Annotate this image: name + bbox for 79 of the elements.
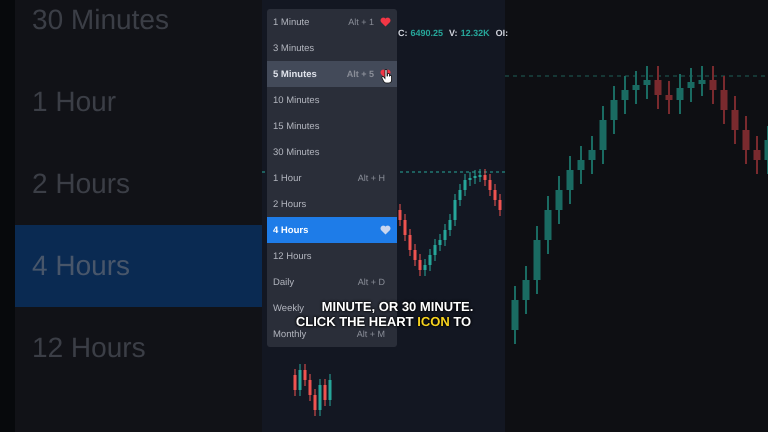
interval-menu-item[interactable]: 12 Hours: [273, 250, 312, 262]
candlestick: [318, 378, 322, 416]
caption-text: CLICK THE HEART ICON TO: [296, 315, 472, 329]
candlestick: [498, 194, 502, 216]
candlestick: [720, 76, 728, 124]
ohlc-label: OI:: [496, 28, 508, 38]
candlestick: [688, 68, 694, 102]
candlestick: [534, 226, 540, 294]
candlestick: [494, 184, 496, 206]
interval-menu-item[interactable]: 5 Minutes Alt + 5: [267, 61, 397, 87]
candlestick: [754, 136, 760, 174]
candlestick: [632, 71, 640, 104]
candlestick: [328, 374, 332, 406]
candlestick: [478, 168, 482, 182]
candlestick: [418, 254, 422, 276]
candlestick: [464, 174, 466, 196]
candlestick: [622, 76, 628, 114]
candlestick: [556, 176, 562, 224]
candlestick: [600, 106, 606, 164]
candlestick: [654, 66, 662, 109]
caption-text: MINUTE, OR 30 MINUTE.: [322, 300, 474, 314]
candlestick: [308, 374, 312, 402]
candlestick: [742, 116, 750, 164]
ohlc-value: 12.32K: [460, 28, 490, 38]
interval-menu-item[interactable]: Weekly: [273, 302, 304, 314]
ohlc-value: 6490.25: [410, 28, 444, 38]
candlestick: [414, 244, 416, 266]
shortcut-text: Alt + H: [358, 173, 385, 183]
candlestick: [644, 66, 650, 99]
interval-menu-item[interactable]: 1 Minute: [273, 16, 310, 28]
interval-menu-item[interactable]: 2 Hours: [273, 198, 306, 210]
candlestick: [324, 378, 326, 406]
candlestick: [448, 214, 452, 236]
candlestick: [732, 96, 738, 144]
candlestick: [314, 388, 316, 416]
candlestick: [428, 248, 432, 272]
shortcut-text: Alt + 1: [348, 17, 374, 27]
candlestick: [398, 204, 402, 226]
candlestick: [444, 224, 446, 246]
interval-menu-item[interactable]: 15 Minutes: [273, 120, 320, 132]
candlestick: [522, 266, 530, 314]
candlestick: [454, 194, 456, 226]
candlestick: [468, 172, 472, 186]
candlestick: [566, 156, 574, 204]
candlestick: [676, 74, 684, 114]
interval-menu-item[interactable]: 30 Minutes: [273, 146, 320, 158]
interval-menu-item[interactable]: 3 Minutes: [273, 42, 314, 54]
shortcut-text: Alt + 5: [346, 69, 374, 79]
interval-menu-item[interactable]: 10 Minutes: [273, 94, 320, 106]
candlestick: [298, 364, 302, 396]
candlestick: [698, 66, 706, 96]
candlestick: [424, 258, 426, 276]
shortcut-text: Alt + M: [356, 329, 385, 339]
candlestick: [588, 136, 596, 174]
candlestick: [578, 146, 584, 184]
candlestick: [484, 168, 486, 186]
candlestick: [710, 66, 716, 104]
ohlc-label: C:: [398, 28, 408, 38]
candlestick: [294, 368, 296, 396]
candlestick: [610, 86, 618, 134]
hand-cursor-icon: [381, 69, 393, 84]
candlestick: [404, 214, 406, 242]
candlestick: [438, 234, 442, 252]
candlestick: [434, 238, 436, 262]
candlestick: [474, 170, 476, 184]
candlestick: [488, 174, 492, 196]
candlestick: [764, 126, 768, 174]
candlestick: [304, 364, 306, 386]
interval-menu-item[interactable]: 1 Hour: [273, 172, 302, 184]
candlestick: [544, 196, 552, 254]
candlestick: [666, 81, 672, 114]
interval-menu-item[interactable]: Monthly: [273, 328, 306, 340]
candlestick: [458, 184, 462, 206]
interval-menu-item[interactable]: 4 Hours: [267, 217, 397, 243]
interval-menu-item[interactable]: Daily: [273, 276, 294, 288]
candlestick: [408, 228, 412, 256]
candlestick: [512, 286, 518, 344]
ohlc-label: V:: [449, 28, 458, 38]
shortcut-text: Alt + D: [358, 277, 385, 287]
